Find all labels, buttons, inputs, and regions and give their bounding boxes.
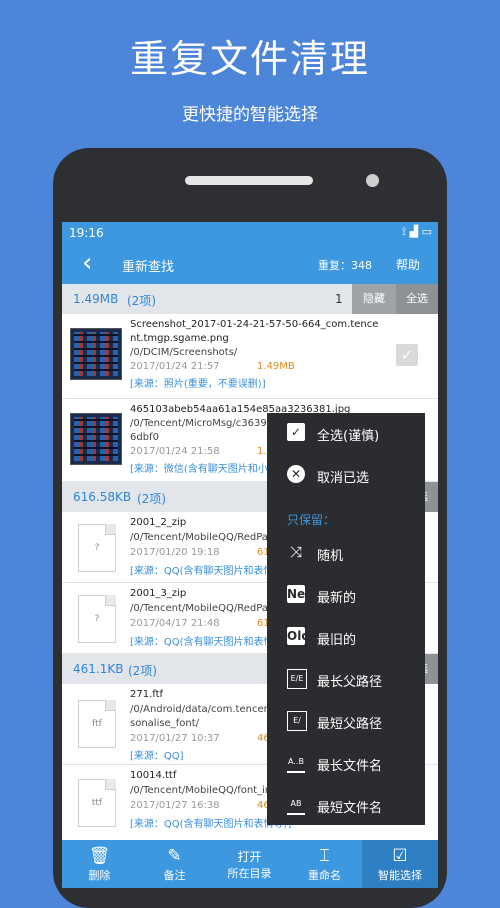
file-date: 2017/04/17 21:48 xyxy=(130,618,220,629)
calendar-old-icon: Old xyxy=(287,627,310,645)
menu-label: 最短文件名 xyxy=(317,801,383,816)
open-directory-button[interactable]: 打开 所在目录 xyxy=(212,840,287,888)
checkbox[interactable]: ✓ xyxy=(396,344,418,366)
rename-button[interactable]: ⌶ 重命名 xyxy=(287,840,362,888)
file-date: 2017/01/24 21:57 xyxy=(130,361,220,372)
rescan-title[interactable]: 重新查找 xyxy=(122,256,174,275)
status-bar: 19:16 ⟟ ▟ ▭ xyxy=(62,222,438,244)
calendar-new-icon: New xyxy=(287,585,317,603)
menu-item-shortest-name[interactable]: AB 最短文件名 xyxy=(267,785,425,825)
file-source: [来源：QQ] xyxy=(130,751,184,762)
menu-label: 取消已选 xyxy=(317,471,370,486)
rename-label: 重命名 xyxy=(308,869,341,882)
checkbox-icon: ☑ xyxy=(392,846,408,866)
file-icon: ttf xyxy=(78,779,116,827)
group-size: 616.58KB xyxy=(73,490,132,504)
menu-item-longest-path[interactable]: E/E 最长父路径 xyxy=(267,659,425,699)
open-dir-label: 所在目录 xyxy=(227,867,272,880)
menu-label: 最旧的 xyxy=(317,633,357,648)
menu-item-shortest-path[interactable]: E/ 最短父路径 xyxy=(267,701,425,741)
delete-label: 删除 xyxy=(88,869,111,882)
menu-item-longest-name[interactable]: A..B 最长文件名 xyxy=(267,743,425,783)
short-name-icon: AB xyxy=(287,795,305,815)
menu-label: 最新的 xyxy=(317,591,357,606)
status-icons: ⟟ ▟ ▭ xyxy=(402,225,432,238)
app-bar: ‹ 重新查找 重复：348 帮助 xyxy=(62,244,438,284)
file-size: 1.49MB xyxy=(257,361,295,372)
file-date: 2017/01/27 10:37 xyxy=(130,733,220,744)
file-name: Screenshot_2017-01-24-21-57-50-664_com.t… xyxy=(130,319,379,344)
edit-icon: ✎ xyxy=(167,846,182,866)
phone-camera xyxy=(366,174,379,187)
menu-item-cancel-selected[interactable]: ✕ 取消已选 xyxy=(267,455,425,495)
image-thumbnail xyxy=(70,328,122,380)
long-path-icon: E/E xyxy=(287,669,307,689)
short-path-icon: E/ xyxy=(287,711,307,731)
menu-label: 全选(谨慎) xyxy=(317,429,380,444)
group-size: 461.1KB xyxy=(73,662,124,676)
menu-item-newest[interactable]: New 最新的 xyxy=(267,575,425,615)
open-label: 打开 xyxy=(237,850,262,864)
file-path: /0/DCIM/Screenshots/ xyxy=(130,347,238,358)
back-arrow-icon[interactable]: ‹ xyxy=(82,250,92,276)
group-count: (2项) xyxy=(128,664,157,678)
trash-icon: 🗑 xyxy=(88,846,111,866)
list-item[interactable]: Screenshot_2017-01-24-21-57-50-664_com.t… xyxy=(62,314,438,399)
check-icon: ✓ xyxy=(287,423,305,441)
smart-select-button[interactable]: ☑ 智能选择 xyxy=(362,840,438,888)
menu-item-oldest[interactable]: Old 最旧的 xyxy=(267,617,425,657)
file-icon: ? xyxy=(78,595,116,643)
file-date: 2017/01/20 19:18 xyxy=(130,547,220,558)
file-date: 2017/01/24 21:58 xyxy=(130,446,220,457)
image-thumbnail xyxy=(70,413,122,465)
menu-label: 最长文件名 xyxy=(317,759,383,774)
rename-icon: ⌶ xyxy=(319,846,330,866)
note-label: 备注 xyxy=(163,869,186,882)
menu-label: 随机 xyxy=(317,549,344,564)
note-button[interactable]: ✎ 备注 xyxy=(137,840,212,888)
close-icon: ✕ xyxy=(287,465,305,483)
phone-speaker xyxy=(185,176,313,185)
delete-button[interactable]: 🗑 删除 xyxy=(62,840,137,888)
promo-title: 重复文件清理 xyxy=(129,37,370,81)
duplicate-count: 重复：348 xyxy=(318,259,372,272)
menu-item-select-all[interactable]: ✓ 全选(谨慎) xyxy=(267,413,425,453)
group-number: 1 xyxy=(335,292,343,306)
hide-button[interactable]: 隐藏 xyxy=(352,284,396,314)
smart-select-label: 智能选择 xyxy=(378,869,422,882)
file-icon: ftf xyxy=(78,700,116,748)
help-button[interactable]: 帮助 xyxy=(396,256,420,273)
group-size: 1.49MB xyxy=(73,292,119,306)
bottom-toolbar: 🗑 删除 ✎ 备注 打开 所在目录 ⌶ 重命名 ☑ 智能选择 xyxy=(62,840,438,888)
file-date: 2017/01/27 16:38 xyxy=(130,800,220,811)
menu-label: 最长父路径 xyxy=(317,675,383,690)
select-all-button[interactable]: 全选 xyxy=(396,284,438,314)
smart-select-menu: ✓ 全选(谨慎) ✕ 取消已选 只保留： ⤨ 随机 New 最新的 Old 最旧… xyxy=(267,413,425,825)
promo-subtitle: 更快捷的智能选择 xyxy=(182,105,318,125)
shuffle-icon: ⤨ xyxy=(289,543,302,561)
keep-only-header: 只保留： xyxy=(287,513,336,527)
group-count: (2项) xyxy=(127,294,156,308)
file-icon: ? xyxy=(78,524,116,572)
menu-item-random[interactable]: ⤨ 随机 xyxy=(267,533,425,573)
group-count: (2项) xyxy=(137,492,166,506)
menu-label: 最短父路径 xyxy=(317,717,383,732)
file-source: [来源：照片(重要，不要误删)] xyxy=(130,379,266,390)
group-header: 1.49MB (2项) 1 隐藏 全选 xyxy=(62,284,438,314)
status-time: 19:16 xyxy=(69,226,104,240)
long-name-icon: A..B xyxy=(287,753,305,773)
